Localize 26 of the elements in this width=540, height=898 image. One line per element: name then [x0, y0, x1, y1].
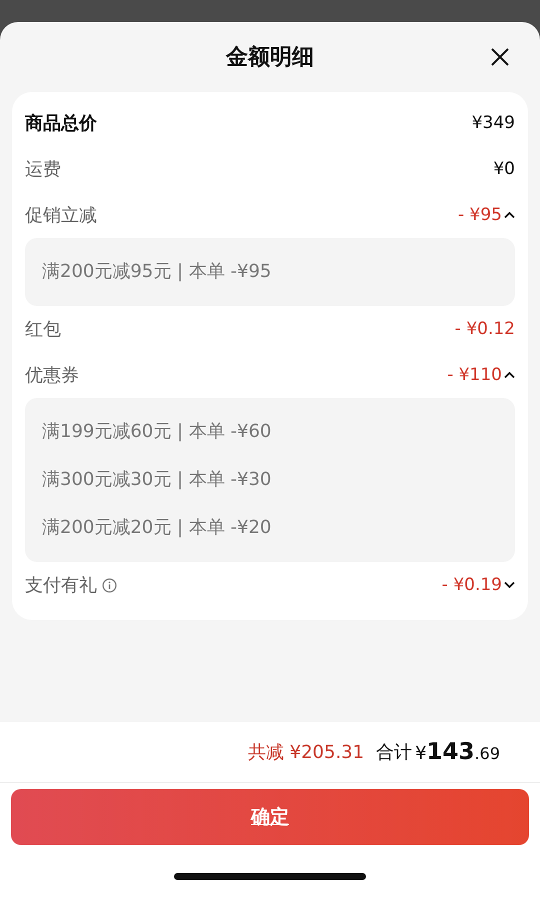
detail-text: 满199元减60元 | 本单 -¥60 [42, 420, 272, 444]
row-label: 优惠券 [25, 364, 79, 387]
row-amount: - ¥110 [447, 365, 502, 385]
row-label: 红包 [25, 318, 61, 341]
row-amount: - ¥0.12 [454, 319, 515, 339]
sheet-title: 金额明细 [226, 44, 314, 72]
row-label: 支付有礼 [25, 574, 97, 597]
confirm-button[interactable]: 确定 [11, 789, 529, 845]
row-amount: - ¥95 [458, 205, 502, 225]
row-label: 商品总价 [25, 112, 97, 135]
chevron-up-icon[interactable] [504, 371, 515, 379]
chevron-up-icon[interactable] [504, 211, 515, 219]
row-label: 运费 [25, 158, 61, 181]
total-label: 合计 [376, 741, 412, 764]
close-icon[interactable] [490, 47, 510, 67]
detail-text: 满200元减95元 | 本单 -¥95 [42, 260, 272, 284]
row-amount: - ¥0.19 [442, 575, 502, 595]
chevron-down-icon[interactable] [504, 581, 515, 589]
row-amount: ¥349 [472, 113, 515, 133]
detail-text: 满300元减30元 | 本单 -¥30 [42, 468, 272, 492]
info-icon[interactable] [102, 578, 117, 592]
detail-text: 满200元减20元 | 本单 -¥20 [42, 516, 272, 540]
row-amount: ¥0 [493, 159, 515, 179]
total-amount: ¥143.69 [415, 739, 500, 765]
saved-amount: 共减 ¥205.31 [248, 741, 364, 764]
row-label: 促销立减 [25, 204, 97, 227]
